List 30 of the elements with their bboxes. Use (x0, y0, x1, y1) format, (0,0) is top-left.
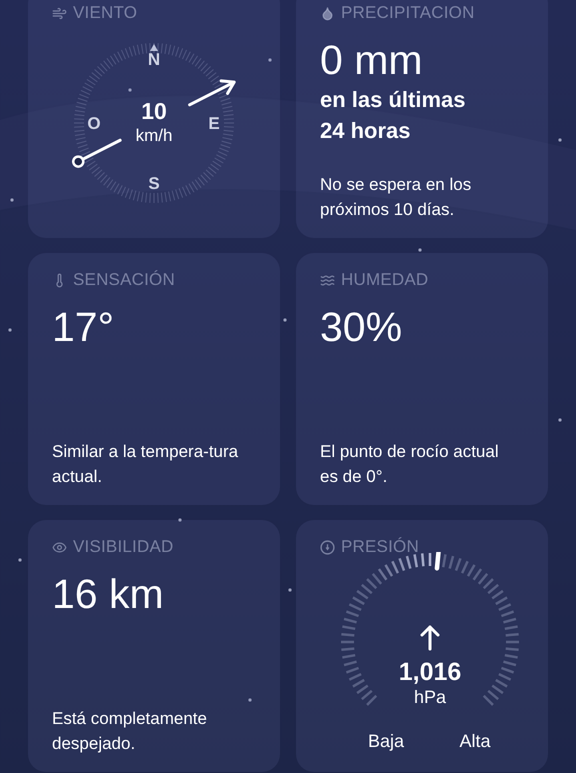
card-value: 0 mm (320, 36, 424, 84)
card-subtitle: en las últimas 24 horas (320, 86, 467, 145)
card-value: 16 km (52, 570, 165, 618)
high-label: Alta (459, 731, 491, 751)
card-description: Está completamente despejado. (52, 708, 208, 755)
waves-icon (320, 272, 335, 288)
compass-letter: E (208, 114, 220, 133)
card-title: PRESIÓN (341, 537, 419, 557)
card-value: 17° (52, 303, 116, 351)
low-label: Baja (368, 731, 404, 751)
pressure-unit: hPa (414, 687, 446, 707)
card-title: SENSACIÓN (73, 270, 175, 290)
card-description: Similar a la tempera-tura actual. (52, 441, 240, 488)
card-title: PRECIPITACION (341, 3, 475, 23)
droplet-icon (320, 6, 335, 20)
card-title: HUMEDAD (341, 270, 428, 290)
card-description: No se espera en los próximos 10 días. (320, 174, 472, 221)
card-title: VISIBILIDAD (73, 537, 174, 557)
compass-letter: S (148, 174, 160, 193)
card-value: 30% (320, 303, 404, 351)
eye-icon (52, 540, 67, 554)
wind-icon (52, 6, 67, 20)
compass-letter: O (87, 114, 101, 133)
compass-letter: N (148, 50, 160, 69)
card-description: El punto de rocío actual es de 0°. (320, 441, 500, 488)
wind-speed: 10 (141, 98, 167, 124)
card-title: VIENTO (73, 3, 138, 23)
wind-unit: km/h (136, 126, 172, 145)
pressure-value: 1,016 (398, 658, 462, 686)
north-marker-icon (150, 44, 158, 51)
